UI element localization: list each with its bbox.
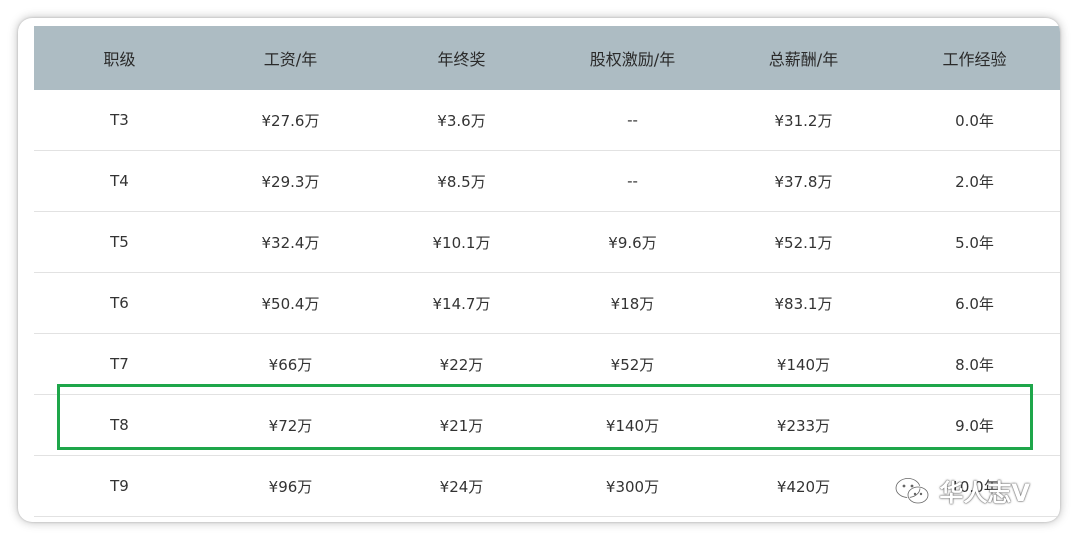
- header-bonus: 年终奖: [376, 26, 547, 90]
- cell-salary: ¥27.6万: [205, 90, 376, 151]
- table-row: T6 ¥50.4万 ¥14.7万 ¥18万 ¥83.1万 6.0年: [34, 272, 1060, 334]
- cell-bonus: ¥21万: [376, 394, 547, 456]
- cell-experience: 6.0年: [889, 272, 1060, 334]
- salary-table: 职级 工资/年 年终奖 股权激励/年 总薪酬/年 工作经验 T3 ¥27.6万 …: [34, 26, 1060, 517]
- cell-total: ¥31.2万: [718, 90, 889, 151]
- cell-equity: ¥300万: [547, 455, 718, 517]
- cell-equity: ¥9.6万: [547, 211, 718, 273]
- cell-equity: ¥52万: [547, 333, 718, 395]
- cell-level: T3: [34, 90, 205, 151]
- cell-level: T7: [34, 333, 205, 395]
- cell-bonus: ¥14.7万: [376, 272, 547, 334]
- cell-bonus: ¥3.6万: [376, 90, 547, 151]
- cell-experience: 5.0年: [889, 211, 1060, 273]
- table-row: T4 ¥29.3万 ¥8.5万 -- ¥37.8万 2.0年: [34, 150, 1060, 212]
- cell-total: ¥37.8万: [718, 150, 889, 212]
- cell-salary: ¥32.4万: [205, 211, 376, 273]
- cell-salary: ¥50.4万: [205, 272, 376, 334]
- table-row-highlighted: T8 ¥72万 ¥21万 ¥140万 ¥233万 9.0年: [34, 394, 1060, 456]
- cell-experience: 2.0年: [889, 150, 1060, 212]
- table-card: 职级 工资/年 年终奖 股权激励/年 总薪酬/年 工作经验 T3 ¥27.6万 …: [18, 18, 1060, 522]
- cell-equity: ¥140万: [547, 394, 718, 456]
- watermark-text: 华人志V: [939, 479, 1030, 507]
- cell-salary: ¥29.3万: [205, 150, 376, 212]
- table-header-row: 职级 工资/年 年终奖 股权激励/年 总薪酬/年 工作经验: [34, 26, 1060, 90]
- cell-bonus: ¥24万: [376, 455, 547, 517]
- wechat-icon: [895, 476, 930, 504]
- header-total: 总薪酬/年: [718, 26, 889, 90]
- cell-salary: ¥66万: [205, 333, 376, 395]
- header-salary: 工资/年: [205, 26, 376, 90]
- cell-total: ¥233万: [718, 394, 889, 456]
- cell-total: ¥52.1万: [718, 211, 889, 273]
- table-row: T5 ¥32.4万 ¥10.1万 ¥9.6万 ¥52.1万 5.0年: [34, 211, 1060, 273]
- cell-total: ¥420万: [718, 455, 889, 517]
- table-row: T7 ¥66万 ¥22万 ¥52万 ¥140万 8.0年: [34, 333, 1060, 395]
- cell-bonus: ¥8.5万: [376, 150, 547, 212]
- header-equity: 股权激励/年: [547, 26, 718, 90]
- header-experience: 工作经验: [889, 26, 1060, 90]
- cell-level: T8: [34, 394, 205, 456]
- cell-level: T4: [34, 150, 205, 212]
- cell-equity: ¥18万: [547, 272, 718, 334]
- cell-experience: 9.0年: [889, 394, 1060, 456]
- cell-level: T6: [34, 272, 205, 334]
- cell-equity: --: [547, 150, 718, 212]
- table-row: T3 ¥27.6万 ¥3.6万 -- ¥31.2万 0.0年: [34, 90, 1060, 151]
- cell-experience: 0.0年: [889, 90, 1060, 151]
- cell-bonus: ¥10.1万: [376, 211, 547, 273]
- header-level: 职级: [34, 26, 205, 90]
- cell-salary: ¥72万: [205, 394, 376, 456]
- cell-level: T9: [34, 455, 205, 517]
- cell-equity: --: [547, 90, 718, 151]
- cell-total: ¥140万: [718, 333, 889, 395]
- cell-total: ¥83.1万: [718, 272, 889, 334]
- cell-level: T5: [34, 211, 205, 273]
- cell-salary: ¥96万: [205, 455, 376, 517]
- cell-experience: 8.0年: [889, 333, 1060, 395]
- cell-bonus: ¥22万: [376, 333, 547, 395]
- watermark: 华人志V: [893, 473, 1030, 508]
